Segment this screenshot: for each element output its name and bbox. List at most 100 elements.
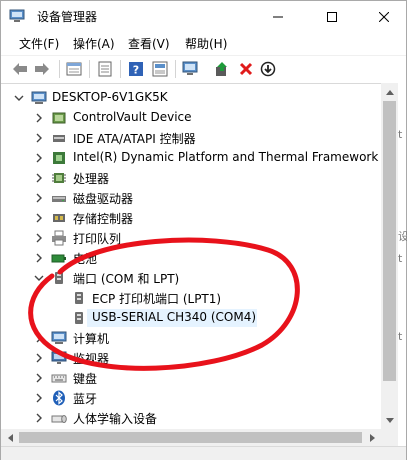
background-text-fragment: t	[398, 128, 403, 141]
controlvault-icon	[51, 110, 67, 126]
tree-item-disk-drives[interactable]: 磁盘驱动器	[1, 188, 381, 208]
uninstall-icon[interactable]	[237, 60, 255, 78]
tree-item-usb-serial-ch340[interactable]: USB-SERIAL CH340 (COM4)	[1, 308, 381, 328]
tree-item-label: ControlVault Device	[73, 110, 192, 124]
tree-item-label: 处理器	[73, 172, 110, 186]
tree-item-bluetooth[interactable]: 蓝牙	[1, 388, 381, 408]
tree-item-controlvault[interactable]: ControlVault Device	[1, 108, 381, 128]
menu-action[interactable]: 操作(A)	[73, 35, 115, 52]
menu-view[interactable]: 查看(V)	[128, 35, 170, 52]
tree-item-computer[interactable]: 计算机	[1, 328, 381, 348]
help-icon[interactable]: ?	[127, 60, 145, 78]
scroll-right-icon[interactable]	[364, 429, 381, 446]
chevron-right-icon[interactable]	[34, 153, 44, 163]
port-icon	[71, 290, 87, 306]
horizontal-scrollbar[interactable]	[1, 429, 381, 446]
chevron-right-icon[interactable]	[34, 133, 44, 143]
computer-icon	[51, 330, 67, 346]
window-title: 设备管理器	[37, 10, 98, 24]
scroll-left-icon[interactable]	[1, 429, 18, 446]
tree-item-label: 蓝牙	[73, 392, 98, 406]
scroll-up-icon[interactable]	[381, 83, 398, 100]
device-manager-window: 设备管理器 文件(F) 操作(A) 查看(V) 帮助(H) ? DESKTOP-…	[0, 0, 407, 460]
tree-item-label: 监视器	[73, 352, 110, 366]
processor-icon	[51, 170, 67, 186]
toolbar-separator	[175, 60, 176, 78]
tree-item-label: Intel(R) Dynamic Platform and Thermal Fr…	[73, 150, 379, 164]
port-icon	[71, 310, 87, 326]
tree-item-label: 人体学输入设备	[73, 412, 158, 426]
properties-icon[interactable]	[65, 60, 83, 78]
chevron-right-icon[interactable]	[34, 193, 44, 203]
tree-item-label: USB-SERIAL CH340 (COM4)	[92, 310, 257, 324]
chevron-right-icon[interactable]	[34, 213, 44, 223]
update-driver-icon[interactable]	[213, 60, 231, 78]
device-tree[interactable]: DESKTOP-6V1GK5K ControlVault Device IDE …	[1, 83, 381, 429]
tree-item-processor[interactable]: 处理器	[1, 168, 381, 188]
chevron-right-icon[interactable]	[34, 333, 44, 343]
device-manager-icon	[9, 9, 25, 23]
scan-hardware-icon[interactable]	[182, 60, 200, 78]
chevron-right-icon[interactable]	[34, 373, 44, 383]
maximize-button[interactable]	[309, 1, 355, 32]
hid-icon	[51, 410, 67, 426]
chip-icon	[51, 150, 67, 166]
monitor-icon	[51, 350, 67, 366]
menu-help[interactable]: 帮助(H)	[185, 35, 227, 52]
scroll-down-icon[interactable]	[381, 412, 398, 429]
chevron-down-icon[interactable]	[34, 273, 44, 283]
title-bar[interactable]: 设备管理器	[1, 1, 406, 32]
toolbar-separator	[120, 60, 121, 78]
tree-item-keyboards[interactable]: 键盘	[1, 368, 381, 388]
chevron-down-icon[interactable]	[14, 93, 24, 103]
toolbar-separator	[89, 60, 90, 78]
background-text-fragment: t	[398, 252, 403, 265]
scrollbar-corner	[381, 429, 398, 446]
chevron-right-icon[interactable]	[34, 113, 44, 123]
chevron-right-icon[interactable]	[34, 173, 44, 183]
tree-root[interactable]: DESKTOP-6V1GK5K	[1, 88, 381, 108]
chevron-right-icon[interactable]	[34, 353, 44, 363]
forward-icon[interactable]	[33, 60, 51, 78]
storage-controller-icon	[51, 210, 67, 226]
tree-item-intel-dptf[interactable]: Intel(R) Dynamic Platform and Thermal Fr…	[1, 148, 381, 168]
tree-item-ports[interactable]: 端口 (COM 和 LPT)	[1, 268, 381, 288]
scrollbar-thumb[interactable]	[383, 101, 396, 381]
tree-item-ecp-port[interactable]: ECP 打印机端口 (LPT1)	[1, 288, 381, 308]
status-bar	[1, 446, 406, 460]
chevron-right-icon[interactable]	[34, 233, 44, 243]
tree-item-label: 端口 (COM 和 LPT)	[73, 272, 180, 286]
tree-item-ide-ata[interactable]: IDE ATA/ATAPI 控制器	[1, 128, 381, 148]
horizontal-scrollbar-thumb[interactable]	[19, 432, 362, 443]
menu-bar: 文件(F) 操作(A) 查看(V) 帮助(H)	[1, 32, 406, 53]
tree-item-label: 键盘	[73, 372, 98, 386]
port-icon	[51, 270, 67, 286]
toolbar: ?	[1, 55, 406, 81]
tree-item-label: 磁盘驱动器	[73, 192, 134, 206]
tree-item-label: 存储控制器	[73, 212, 134, 226]
vertical-scrollbar[interactable]	[381, 83, 398, 429]
ide-controller-icon	[51, 130, 67, 146]
tree-item-print-queues[interactable]: 打印队列	[1, 228, 381, 248]
tree-item-label: 打印队列	[73, 232, 122, 246]
chevron-right-icon[interactable]	[34, 393, 44, 403]
show-hidden-icon[interactable]	[151, 60, 169, 78]
background-text-fragment: 设	[398, 230, 407, 243]
keyboard-icon	[51, 370, 67, 386]
bluetooth-icon	[51, 390, 67, 406]
close-button[interactable]	[361, 1, 407, 32]
disable-device-icon[interactable]	[259, 60, 277, 78]
minimize-button[interactable]	[255, 1, 301, 32]
tree-item-batteries[interactable]: 电池	[1, 248, 381, 268]
background-text-fragment: t	[398, 330, 403, 343]
tree-item-label: IDE ATA/ATAPI 控制器	[73, 132, 196, 146]
tree-item-hid[interactable]: 人体学输入设备	[1, 408, 381, 428]
computer-icon	[31, 90, 47, 106]
back-icon[interactable]	[11, 60, 29, 78]
menu-file[interactable]: 文件(F)	[19, 35, 59, 52]
tree-item-storage-controllers[interactable]: 存储控制器	[1, 208, 381, 228]
chevron-right-icon[interactable]	[34, 253, 44, 263]
chevron-right-icon[interactable]	[34, 413, 44, 423]
tree-item-monitors[interactable]: 监视器	[1, 348, 381, 368]
details-icon[interactable]	[96, 60, 114, 78]
